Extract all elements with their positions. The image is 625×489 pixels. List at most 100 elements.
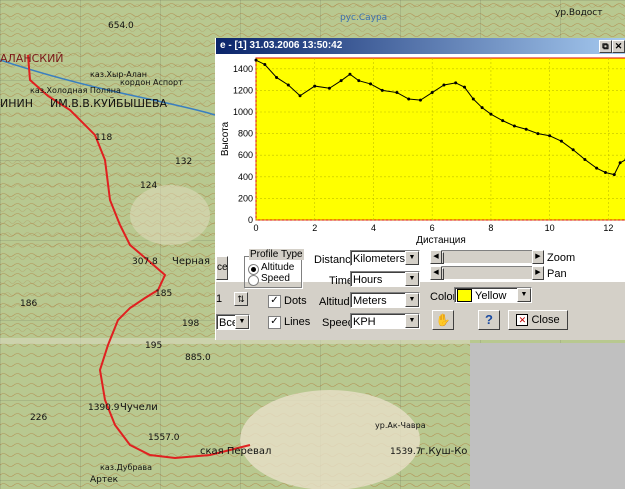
x-tick-label: 10 [545, 223, 555, 233]
y-axis-label: Высота [220, 121, 231, 156]
data-point [275, 75, 279, 79]
data-point [357, 79, 361, 83]
pan-left-button[interactable]: ◀ [430, 266, 442, 280]
data-point [471, 97, 475, 101]
map-label-118: 118 [95, 133, 112, 143]
map-label-198: 198 [182, 319, 199, 329]
data-point [454, 81, 458, 85]
chevron-down-icon: ▼ [405, 293, 419, 307]
y-tick-label: 400 [238, 172, 253, 182]
color-swatch [457, 289, 472, 302]
window-title: e - [1] 31.03.2006 13:50:42 [220, 40, 343, 51]
profile-window: e - [1] 31.03.2006 13:50:42 ⧉ ✕ 0 2 4 6 8 10 1… [215, 38, 625, 340]
hand-icon[interactable]: ✋ [432, 310, 454, 330]
map-label-chernaya: Черная [172, 256, 210, 267]
map-label-1539: 1539.7 [390, 447, 422, 457]
map-label-chucheli: Чучели [120, 402, 158, 413]
data-point [612, 173, 616, 177]
swap-icon[interactable]: ⇅ [234, 292, 248, 306]
data-point [536, 132, 540, 136]
map-label-saura: рус.Саура [340, 13, 387, 23]
time-select[interactable]: Hours ▼ [350, 271, 420, 287]
partial-value: 1 [216, 293, 223, 305]
altitude-select-value: Meters [353, 295, 387, 307]
zoom-right-button[interactable]: ▶ [532, 250, 544, 264]
data-point [327, 86, 331, 90]
partial-select[interactable]: Все ▼ [216, 314, 250, 330]
close-button-label: Close [531, 314, 560, 327]
data-point [418, 98, 422, 102]
map-label-186: 186 [20, 299, 37, 309]
data-point [548, 134, 552, 138]
map-label-polyana: каз.Холодная Поляна [30, 86, 121, 95]
close-x-icon: ✕ [516, 314, 529, 327]
chevron-down-icon: ▼ [405, 251, 419, 265]
data-point [462, 85, 466, 89]
profile-type-legend: Profile Type [249, 249, 304, 260]
data-point [489, 112, 493, 116]
window-titlebar[interactable]: e - [1] 31.03.2006 13:50:42 ⧉ ✕ [216, 38, 625, 54]
help-button[interactable]: ? [478, 310, 500, 330]
data-point [603, 170, 607, 174]
data-point [559, 139, 563, 143]
map-label-195: 195 [145, 341, 162, 351]
y-tick-label: 1400 [233, 64, 253, 74]
chevron-down-icon: ▼ [405, 314, 419, 328]
speed-select[interactable]: KPH ▼ [350, 313, 420, 329]
partial-button[interactable]: ce [216, 256, 228, 280]
data-point [618, 161, 622, 165]
map-label-ak-chavra: ур.Ак-Чавра [375, 421, 426, 430]
data-point [571, 148, 575, 152]
data-point [512, 124, 516, 128]
map-label-pereval: ская Перевал [200, 446, 271, 457]
map-label-vodost: ур.Водост [555, 8, 603, 18]
speed-radio[interactable] [248, 275, 259, 286]
map-label-alanskiy: АЛАНСКИЙ [0, 52, 64, 65]
chevron-down-icon: ▼ [235, 315, 249, 329]
data-point [263, 62, 267, 66]
map-label-226: 226 [30, 413, 47, 423]
close-button[interactable]: ✕ Close [508, 310, 568, 330]
data-point [395, 91, 399, 95]
chevron-down-icon: ▼ [517, 288, 531, 302]
map-label-132: 132 [175, 157, 192, 167]
y-tick-label: 800 [238, 129, 253, 139]
map-label-kuibysheva: ИМ.В.В.КУЙБЫШЕВА [50, 97, 168, 110]
x-tick-label: 2 [312, 223, 317, 233]
data-point [524, 127, 528, 131]
restore-button[interactable]: ⧉ [599, 40, 612, 53]
data-point [501, 119, 505, 123]
altitude-select[interactable]: Meters ▼ [350, 292, 420, 308]
dots-checkbox[interactable]: ✓ [268, 295, 281, 308]
map-label-kush-ko: г.Куш-Ко [420, 446, 467, 457]
pan-slider[interactable] [430, 266, 544, 280]
color-label: Color [430, 291, 457, 303]
data-point [286, 83, 290, 87]
pan-right-button[interactable]: ▶ [532, 266, 544, 280]
data-point [348, 72, 352, 76]
speed-select-value: KPH [353, 316, 376, 328]
dots-label: Dots [284, 295, 307, 307]
x-tick-label: 4 [371, 223, 376, 233]
zoom-left-button[interactable]: ◀ [430, 250, 442, 264]
elevation-profile-chart: 0 2 4 6 8 10 12 0 200 400 600 800 1000 1200 1400 Дистан… [216, 54, 625, 282]
chevron-down-icon: ▼ [405, 272, 419, 286]
map-label-124: 124 [140, 181, 157, 191]
plot-area [255, 57, 625, 221]
data-point [595, 166, 599, 170]
distance-select[interactable]: Kilometers ▼ [350, 250, 420, 266]
data-point [583, 158, 587, 162]
map-label-artek: Артек [90, 475, 119, 485]
zoom-slider[interactable] [430, 250, 544, 264]
altitude-radio[interactable] [248, 264, 259, 275]
close-window-button[interactable]: ✕ [612, 40, 625, 53]
map-label-1390: 1390.9 [88, 403, 120, 413]
pan-label: Pan [547, 268, 567, 280]
color-select[interactable]: Yellow ▼ [454, 287, 532, 303]
speed-radio-label: Speed [261, 273, 290, 284]
x-tick-label: 6 [430, 223, 435, 233]
altitude-radio-label: Altitude [261, 262, 295, 273]
lines-checkbox[interactable]: ✓ [268, 316, 281, 329]
lines-label: Lines [284, 316, 311, 328]
data-point [254, 58, 258, 62]
